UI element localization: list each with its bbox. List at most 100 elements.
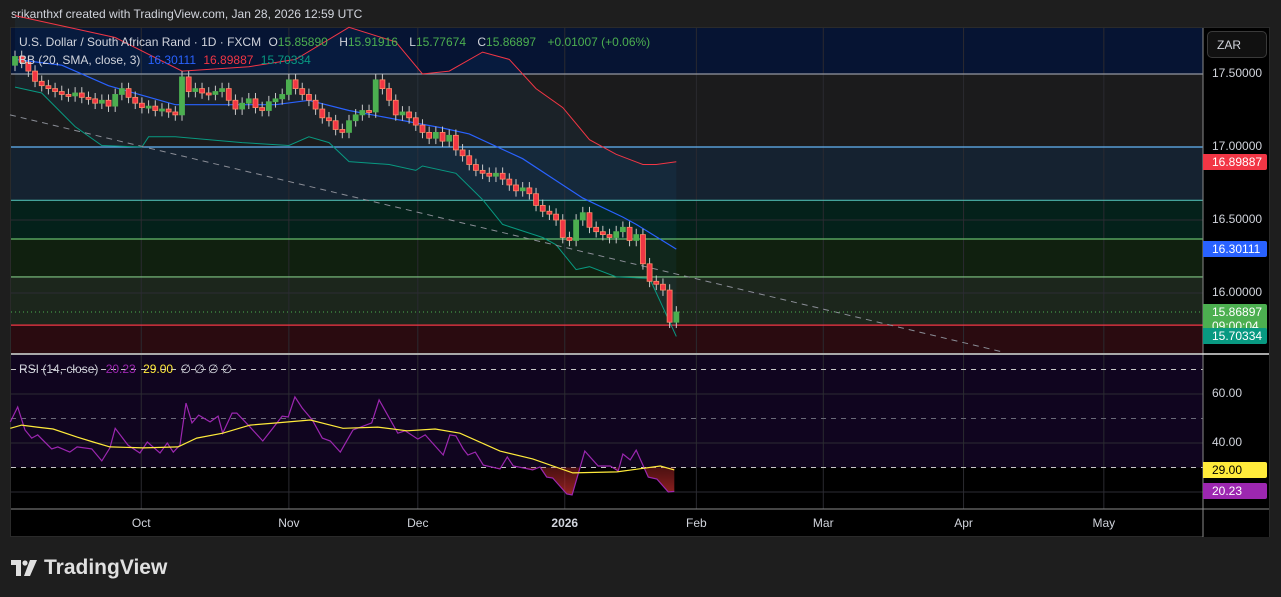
time-tick-label: 2026 xyxy=(551,516,579,530)
candle-body xyxy=(606,234,613,238)
candle-body xyxy=(52,88,58,92)
candle-body xyxy=(32,70,38,82)
candle-body xyxy=(626,226,633,241)
candle-body xyxy=(98,99,105,104)
candle-body xyxy=(239,102,246,110)
time-tick-label: Oct xyxy=(131,516,151,530)
candle-body xyxy=(292,79,299,89)
candle-body xyxy=(546,210,553,215)
candle-body xyxy=(185,76,192,92)
candle-body xyxy=(78,92,85,98)
currency-button[interactable]: ZAR xyxy=(1207,31,1267,58)
high-value: 15.91916 xyxy=(347,35,398,49)
candle-body xyxy=(359,110,366,116)
bb-label[interactable]: BB (20, SMA, close, 3) xyxy=(19,53,140,67)
chart-canvas[interactable] xyxy=(0,0,1281,597)
candle-body xyxy=(613,231,620,238)
candle xyxy=(372,74,379,118)
candle-body xyxy=(479,169,486,174)
tradingview-logo-icon xyxy=(11,560,37,576)
candle-body xyxy=(172,111,179,116)
candle-body xyxy=(92,98,99,104)
candle-body xyxy=(379,79,386,89)
candle-body xyxy=(446,134,453,142)
candle-body xyxy=(539,204,546,212)
candle-body xyxy=(666,289,673,323)
candle xyxy=(640,228,646,270)
fib-zone xyxy=(11,276,1203,326)
candle-body xyxy=(312,99,319,110)
candle-body xyxy=(386,88,392,101)
candle-body xyxy=(366,110,372,113)
tradingview-logo[interactable]: TradingView xyxy=(11,556,167,580)
candle-body xyxy=(399,111,406,116)
rsi-ma-value: 29.00 xyxy=(143,362,174,376)
candle xyxy=(179,71,185,121)
price-tick-label: 16.50000 xyxy=(1212,212,1263,226)
candle-body xyxy=(205,92,212,96)
candle-body xyxy=(299,88,306,95)
candle-body xyxy=(72,92,79,97)
candle-body xyxy=(506,178,513,186)
candle-body xyxy=(192,88,199,92)
candle-body xyxy=(112,94,119,107)
candle-body xyxy=(139,102,145,108)
candle-body xyxy=(332,120,339,130)
close-value: 15.86897 xyxy=(486,35,537,49)
candle-body xyxy=(118,88,125,95)
price-tick-label: 17.00000 xyxy=(1212,139,1263,153)
candle-body xyxy=(499,172,506,180)
rsi-legend[interactable]: RSI (14, close) 20.23 29.00 ∅ ∅ ∅ ∅ xyxy=(19,362,236,376)
candle-body xyxy=(459,149,466,157)
candle-body xyxy=(265,101,272,111)
candle-body xyxy=(272,98,279,103)
candle-body xyxy=(660,283,666,291)
candle-body xyxy=(279,94,286,100)
fib-zone xyxy=(11,325,1203,353)
rsi-label[interactable]: RSI (14, close) xyxy=(19,362,98,376)
candle-body xyxy=(473,164,479,171)
candle-body xyxy=(493,172,499,177)
candle-body xyxy=(252,98,259,108)
candle-body xyxy=(372,79,379,113)
candle-body xyxy=(145,105,152,109)
time-tick-label: Dec xyxy=(407,516,429,530)
candle-body xyxy=(419,124,426,133)
symbol-legend[interactable]: U.S. Dollar / South African Rand · 1D · … xyxy=(19,35,654,49)
price-badge: 16.89887 xyxy=(1203,153,1267,170)
price-badge: 15.70334 xyxy=(1203,328,1267,345)
candle-body xyxy=(593,226,600,233)
candle-body xyxy=(513,184,519,192)
candle-body xyxy=(85,96,92,100)
candle-body xyxy=(640,234,646,265)
candle-body xyxy=(566,237,573,241)
candle xyxy=(666,284,673,329)
candle-body xyxy=(219,88,225,92)
time-tick-label: Nov xyxy=(278,516,300,530)
candle-body xyxy=(426,131,433,139)
candle-body xyxy=(326,117,332,122)
bb-lower-value: 15.70334 xyxy=(260,53,311,67)
candle-body xyxy=(553,213,559,221)
candle-body xyxy=(259,107,266,111)
candle-body xyxy=(232,99,239,110)
price-badge: 16.30111 xyxy=(1203,241,1267,258)
time-tick-label: Feb xyxy=(686,516,707,530)
candle-body xyxy=(653,280,660,285)
price-tick-label: 17.50000 xyxy=(1212,66,1263,80)
time-tick-label: Apr xyxy=(954,516,973,530)
candle-body xyxy=(526,187,533,195)
candle-body xyxy=(646,263,653,282)
candle-body xyxy=(212,91,219,95)
candle-body xyxy=(586,212,593,228)
candle-body xyxy=(245,98,252,104)
candle-body xyxy=(199,88,205,94)
rsi-tick-label: 60.00 xyxy=(1212,386,1243,400)
candle-body xyxy=(486,172,493,177)
high-label: H xyxy=(339,35,348,49)
bb-legend[interactable]: BB (20, SMA, close, 3) 16.30111 16.89887… xyxy=(19,53,315,67)
candle-body xyxy=(45,85,52,90)
candle-body xyxy=(533,193,539,206)
symbol-name[interactable]: U.S. Dollar / South African Rand · 1D · … xyxy=(19,35,261,49)
candle-body xyxy=(285,79,292,95)
